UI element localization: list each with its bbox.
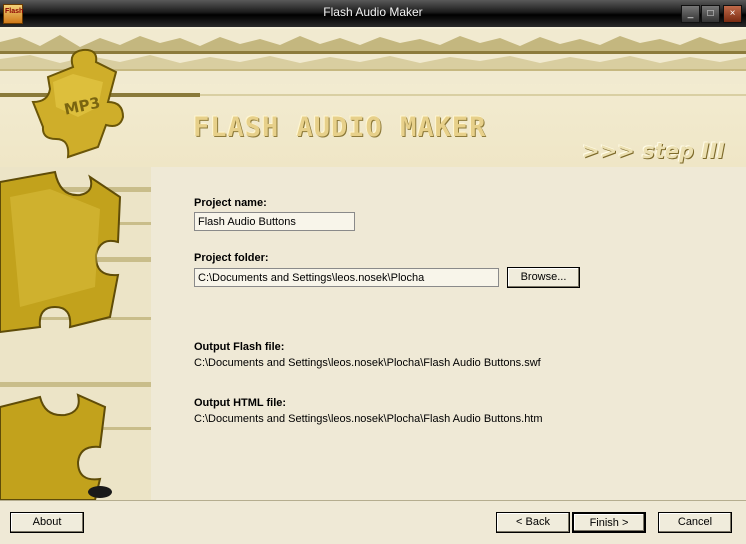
step-indicator: >>> step III bbox=[582, 139, 725, 163]
project-folder-input[interactable] bbox=[194, 268, 499, 287]
side-graphic-panel bbox=[0, 167, 151, 500]
back-button[interactable]: < Back bbox=[496, 512, 570, 533]
about-button[interactable]: About bbox=[10, 512, 84, 533]
mp3-puzzle-icon: MP3 bbox=[31, 48, 125, 159]
project-folder-label: Project folder: bbox=[194, 252, 269, 264]
output-html-path: C:\Documents and Settings\leos.nosek\Plo… bbox=[194, 413, 543, 425]
project-name-input[interactable] bbox=[194, 212, 355, 231]
header-banner: MP3 FLASH AUDIO MAKER >>> step III bbox=[0, 27, 746, 167]
app-logo-text: FLASH AUDIO MAKER bbox=[193, 112, 487, 143]
puzzle-pieces-graphic bbox=[0, 170, 122, 500]
finish-button[interactable]: Finish > bbox=[572, 512, 646, 533]
output-html-label: Output HTML file: bbox=[194, 397, 287, 409]
maximize-button[interactable]: □ bbox=[701, 5, 720, 23]
output-flash-label: Output Flash file: bbox=[194, 341, 285, 353]
app-window: Flash Flash Audio Maker _ □ × MP3 FLASH … bbox=[0, 0, 746, 544]
cancel-button[interactable]: Cancel bbox=[658, 512, 732, 533]
minimize-button[interactable]: _ bbox=[681, 5, 700, 23]
output-flash-path: C:\Documents and Settings\leos.nosek\Plo… bbox=[194, 357, 541, 369]
browse-button[interactable]: Browse... bbox=[507, 267, 580, 288]
close-button[interactable]: × bbox=[723, 5, 742, 23]
title-bar[interactable]: Flash Flash Audio Maker _ □ × bbox=[0, 0, 746, 27]
window-title: Flash Audio Maker bbox=[323, 5, 423, 19]
project-name-label: Project name: bbox=[194, 197, 267, 209]
